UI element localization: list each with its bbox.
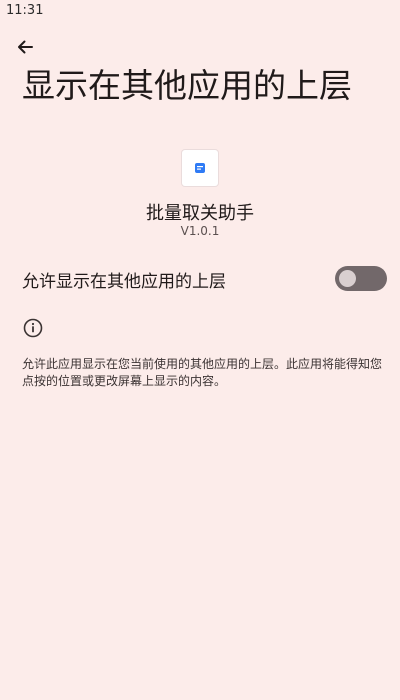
- info-icon: [23, 318, 43, 338]
- app-version: V1.0.1: [180, 224, 220, 238]
- arrow-back-icon: [18, 40, 33, 54]
- app-icon: [182, 150, 218, 186]
- switch-knob: [339, 270, 356, 287]
- back-button[interactable]: [10, 32, 40, 62]
- status-time: 11:31: [6, 3, 44, 18]
- app-name: 批量取关助手: [146, 203, 254, 224]
- overlay-permission-row[interactable]: 允许显示在其他应用的上层: [0, 256, 400, 300]
- status-bar: 11:31: [0, 0, 400, 22]
- info-description: 允许此应用显示在您当前使用的其他应用的上层。此应用将能得知您点按的位置或更改屏幕…: [22, 357, 383, 388]
- overlay-permission-switch[interactable]: [335, 266, 387, 291]
- page-title: 显示在其他应用的上层: [22, 66, 352, 105]
- app-logo-icon: [195, 163, 205, 173]
- setting-label: 允许显示在其他应用的上层: [22, 272, 226, 292]
